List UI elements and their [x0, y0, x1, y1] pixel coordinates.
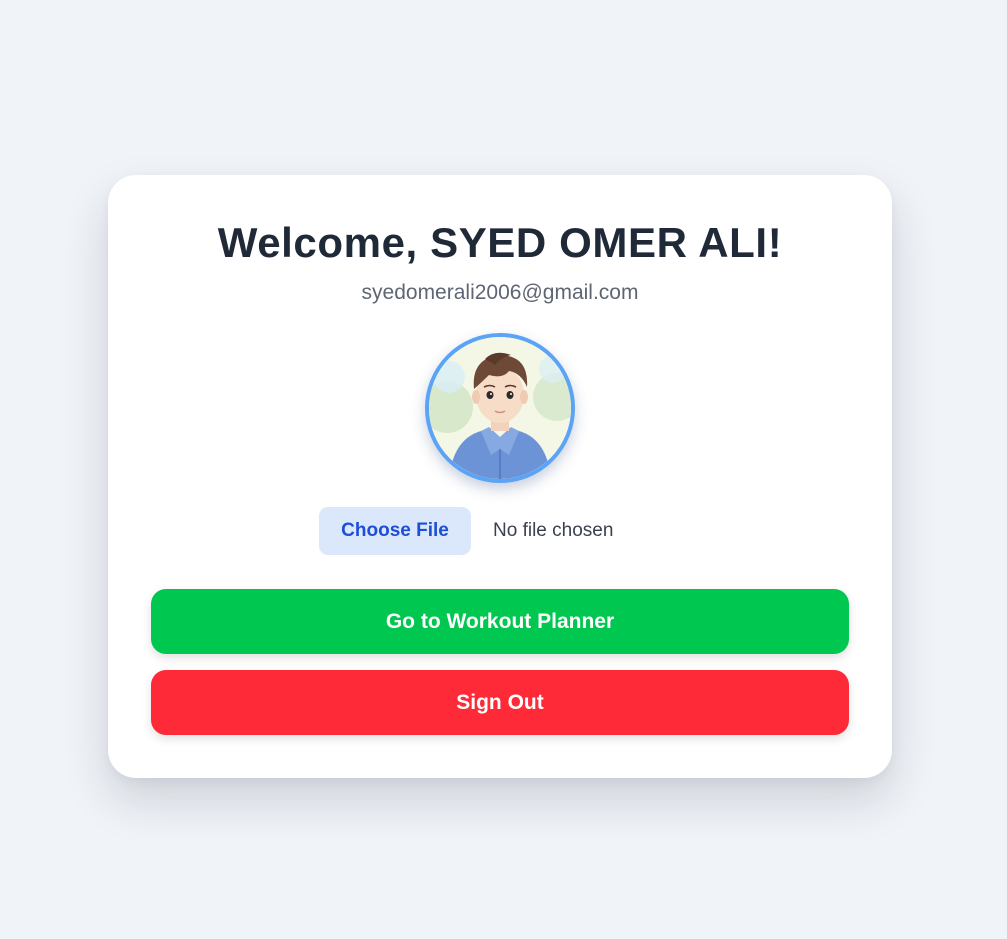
choose-file-button[interactable]: Choose File [319, 507, 471, 555]
welcome-title: Welcome, SYED OMER ALI! [217, 219, 783, 266]
file-upload-row: Choose File No file chosen [319, 507, 613, 555]
profile-card: Welcome, SYED OMER ALI! syedomerali2006@… [108, 175, 892, 778]
file-status-text: No file chosen [493, 520, 614, 541]
user-email: syedomerali2006@gmail.com [361, 281, 639, 304]
sign-out-button[interactable]: Sign Out [151, 670, 849, 735]
avatar-illustration-icon [429, 337, 571, 479]
avatar [425, 333, 575, 483]
workout-planner-button[interactable]: Go to Workout Planner [151, 589, 849, 654]
